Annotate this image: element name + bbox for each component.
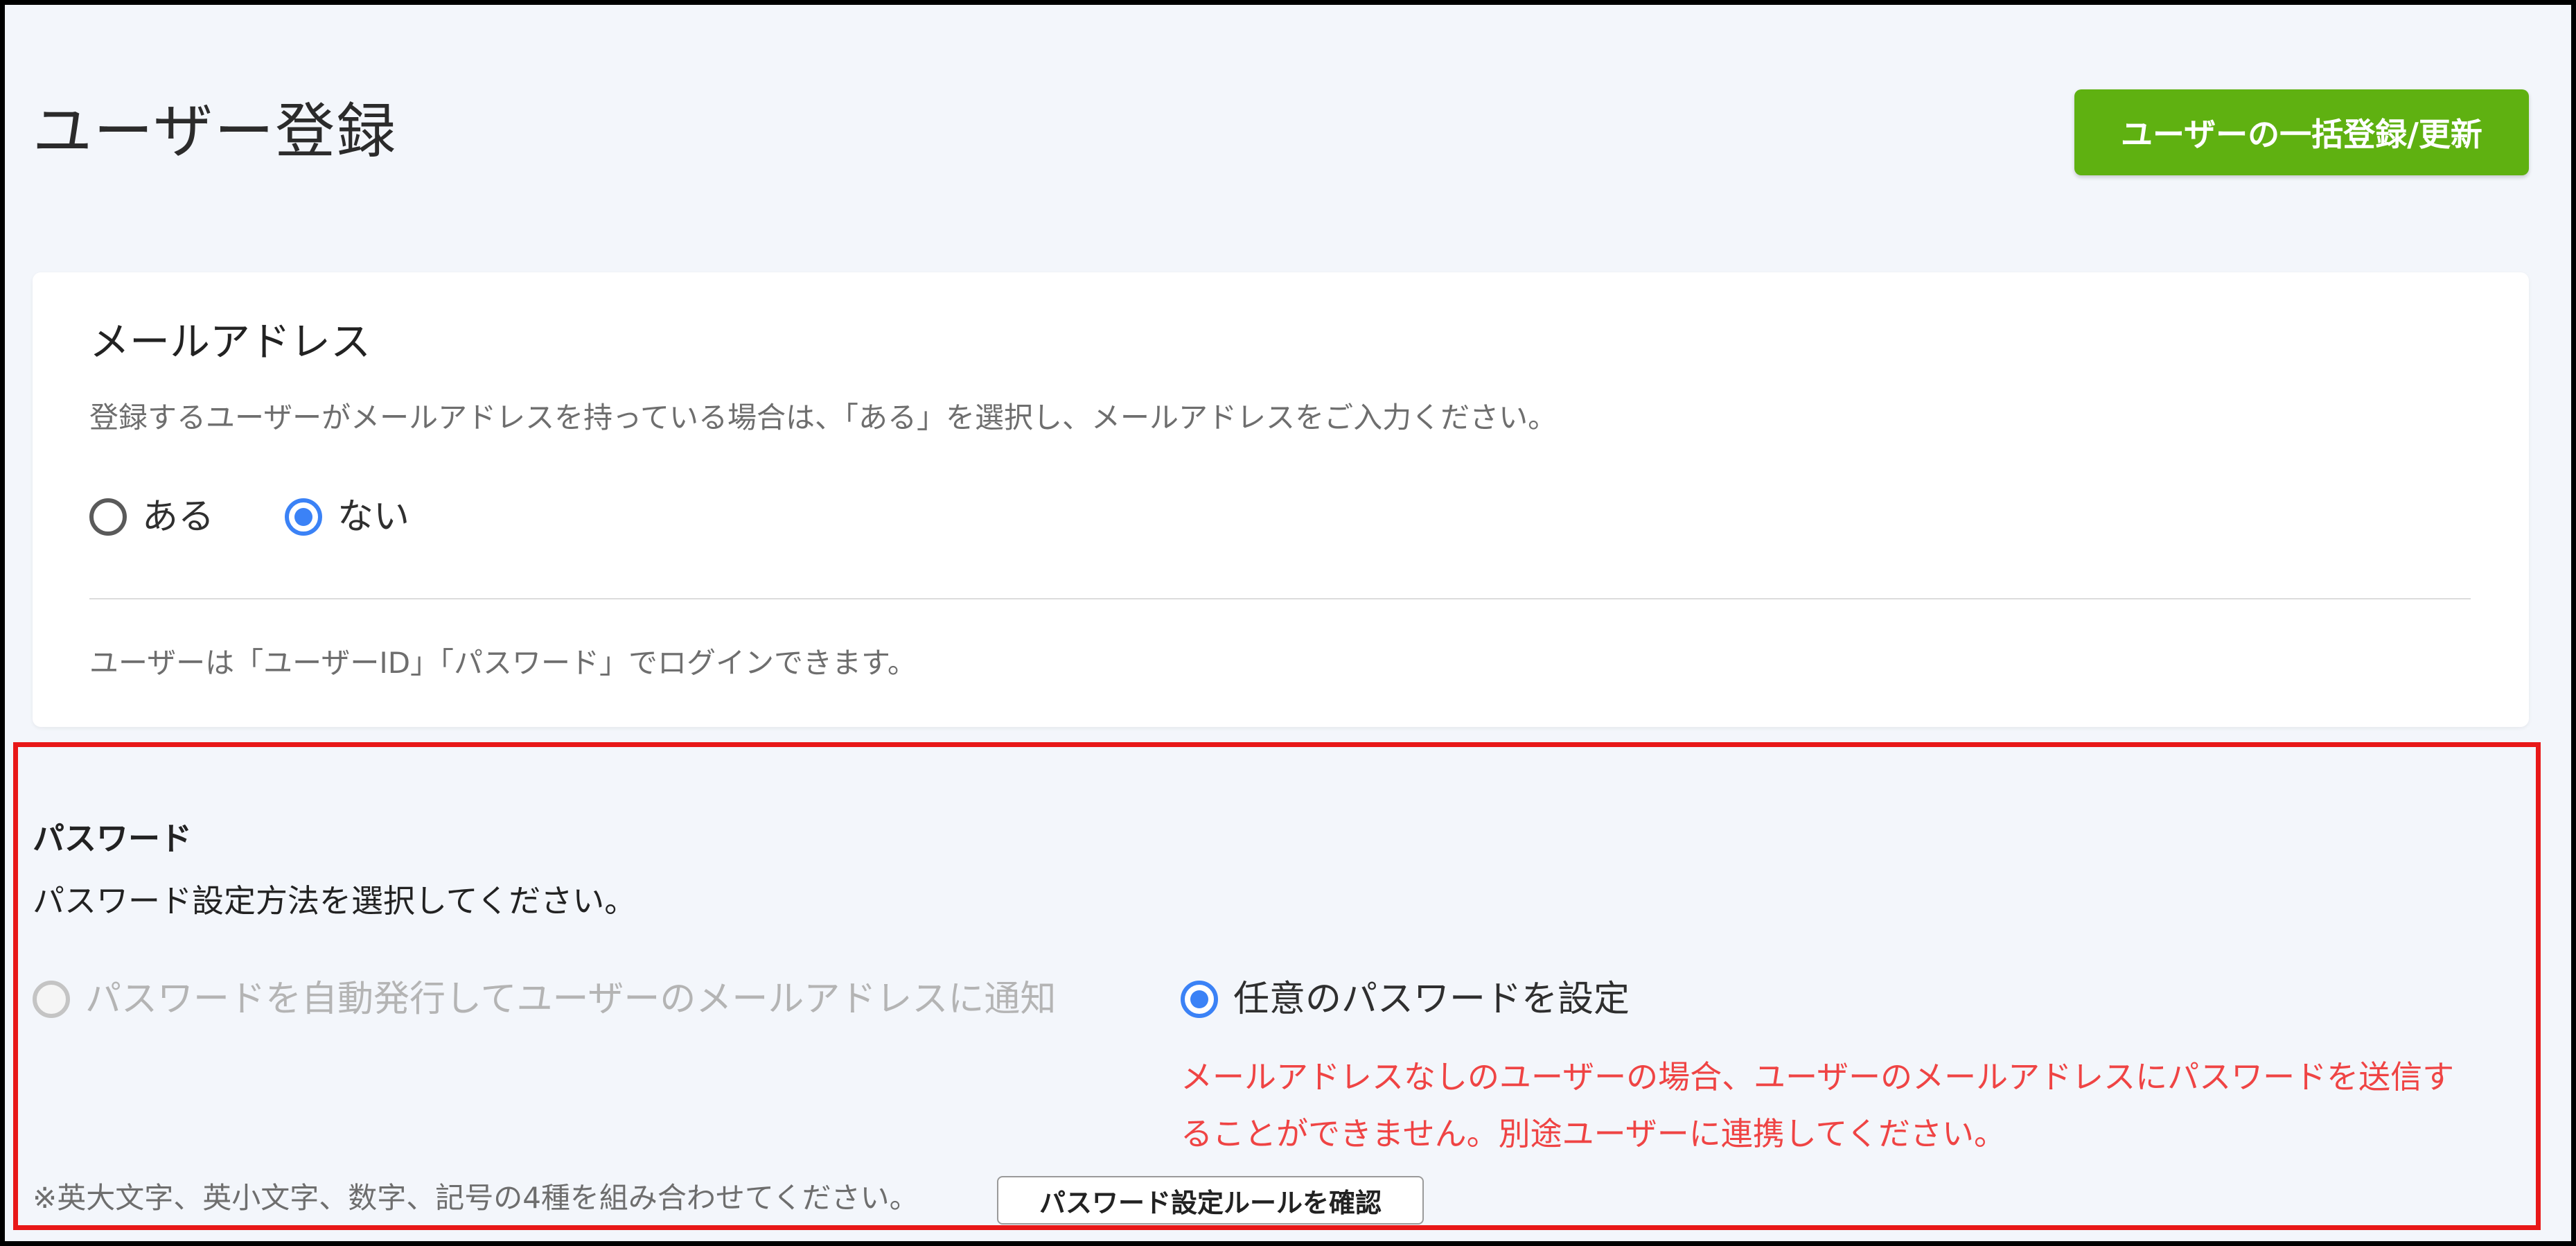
bulk-register-update-button[interactable]: ユーザーの一括登録/更新 (2074, 89, 2529, 175)
email-option-yes[interactable]: ある (89, 493, 214, 541)
password-option-custom-label[interactable]: 任意のパスワードを設定 (1233, 975, 1630, 1024)
password-option-auto-issue[interactable]: パスワードを自動発行してユーザーのメールアドレスに通知 (33, 975, 1056, 1024)
card-divider (89, 598, 2471, 599)
email-section-heading: メールアドレス (89, 318, 371, 365)
email-card: メールアドレス 登録するユーザーがメールアドレスを持っている場合は、「ある」を選… (33, 272, 2529, 727)
password-warning-line-2: ることができません。別途ユーザーに連携してください。 (1181, 1115, 2006, 1152)
email-option-no[interactable]: ない (285, 493, 409, 541)
password-section-heading: パスワード (33, 820, 192, 857)
password-option-auto-issue-radio[interactable] (33, 981, 70, 1018)
login-method-note: ユーザーは「ユーザーID」「パスワード」でログインできます。 (89, 646, 917, 680)
app-window: ユーザー登録 ユーザーの一括登録/更新 メールアドレス 登録するユーザーがメール… (0, 0, 2576, 1246)
password-option-auto-issue-label[interactable]: パスワードを自動発行してユーザーのメールアドレスに通知 (85, 975, 1056, 1024)
password-option-custom-radio[interactable] (1181, 981, 1218, 1018)
email-option-no-label[interactable]: ない (337, 493, 409, 541)
password-option-custom[interactable]: 任意のパスワードを設定 (1181, 975, 1630, 1024)
email-section-description: 登録するユーザーがメールアドレスを持っている場合は、「ある」を選択し、メールアド… (89, 401, 1558, 435)
email-option-yes-radio[interactable] (89, 498, 127, 536)
email-option-yes-label[interactable]: ある (142, 493, 214, 541)
page-title: ユーザー登録 (33, 97, 398, 166)
check-password-rules-button[interactable]: パスワード設定ルールを確認 (997, 1176, 1424, 1225)
email-option-no-radio[interactable] (285, 498, 322, 536)
password-rule-note: ※英大文字、英小文字、数字、記号の4種を組み合わせてください。 (33, 1181, 919, 1215)
password-warning-message: メールアドレスなしのユーザーの場合、ユーザーのメールアドレスにパスワードを送信す… (1181, 1048, 2525, 1162)
password-warning-line-1: メールアドレスなしのユーザーの場合、ユーザーのメールアドレスにパスワードを送信す (1181, 1058, 2455, 1096)
password-section-description: パスワード設定方法を選択してください。 (33, 882, 637, 920)
